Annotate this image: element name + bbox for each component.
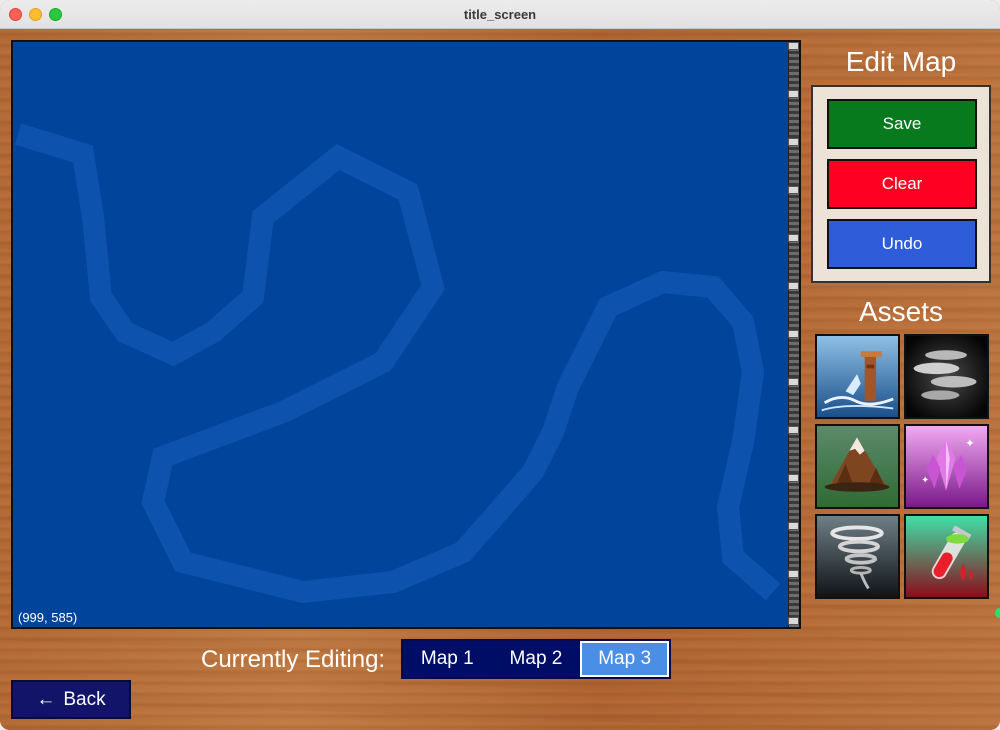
- scroll-tick: [788, 570, 799, 578]
- asset-tornado[interactable]: [815, 514, 900, 599]
- waterfall-tower-icon: [817, 336, 898, 417]
- mountain-icon: [817, 426, 898, 507]
- asset-crystal[interactable]: ✦ ✦: [904, 424, 989, 509]
- asset-waterfall-tower[interactable]: [815, 334, 900, 419]
- tornado-icon: [817, 516, 898, 597]
- map-canvas[interactable]: (999, 585): [11, 40, 801, 629]
- scroll-tick: [788, 474, 799, 482]
- map-path: [14, 123, 781, 604]
- scroll-tick: [788, 426, 799, 434]
- save-button[interactable]: Save: [827, 99, 977, 149]
- app-window: title_screen (999, 585) Edit Map Save Cl…: [0, 0, 1000, 730]
- asset-mountain[interactable]: [815, 424, 900, 509]
- undo-button[interactable]: Undo: [827, 219, 977, 269]
- currently-editing-label: Currently Editing:: [201, 646, 386, 673]
- assets-title: Assets: [858, 296, 944, 327]
- edit-map-title: Edit Map: [845, 46, 957, 77]
- path-layer: [14, 123, 781, 604]
- map-scrollbar[interactable]: [788, 42, 799, 627]
- scroll-tick: [788, 378, 799, 386]
- scroll-tick: [788, 617, 799, 625]
- tab-map-2[interactable]: Map 2: [492, 641, 581, 677]
- back-button[interactable]: ← Back: [11, 680, 131, 719]
- scroll-tick: [788, 138, 799, 146]
- title-bar: title_screen: [0, 0, 1000, 29]
- fog-clouds-icon: [906, 336, 987, 417]
- potion-vial-icon: [906, 516, 987, 597]
- clear-button[interactable]: Clear: [827, 159, 977, 209]
- asset-potion-vial[interactable]: [904, 514, 989, 599]
- svg-text:✦: ✦: [965, 436, 975, 450]
- crystal-icon: ✦ ✦: [906, 426, 987, 507]
- scroll-tick: [788, 330, 799, 338]
- svg-text:✦: ✦: [921, 475, 929, 486]
- scroll-tick: [788, 186, 799, 194]
- scroll-tick: [788, 282, 799, 290]
- edit-map-panel: Save Clear Undo: [811, 85, 991, 283]
- scroll-tick: [788, 90, 799, 98]
- back-button-label: Back: [63, 688, 106, 710]
- map-tab-bar: Map 1 Map 2 Map 3: [401, 639, 671, 679]
- cursor-coordinates: (999, 585): [18, 610, 78, 625]
- tab-map-1[interactable]: Map 1: [403, 641, 492, 677]
- tab-map-3[interactable]: Map 3: [580, 641, 669, 677]
- window-title: title_screen: [463, 7, 537, 22]
- status-dot: [995, 608, 1000, 618]
- scroll-tick: [788, 522, 799, 530]
- scroll-tick: [788, 42, 799, 50]
- arrow-left-icon: ←: [36, 688, 56, 710]
- asset-fog-clouds[interactable]: [904, 334, 989, 419]
- scroll-tick: [788, 234, 799, 242]
